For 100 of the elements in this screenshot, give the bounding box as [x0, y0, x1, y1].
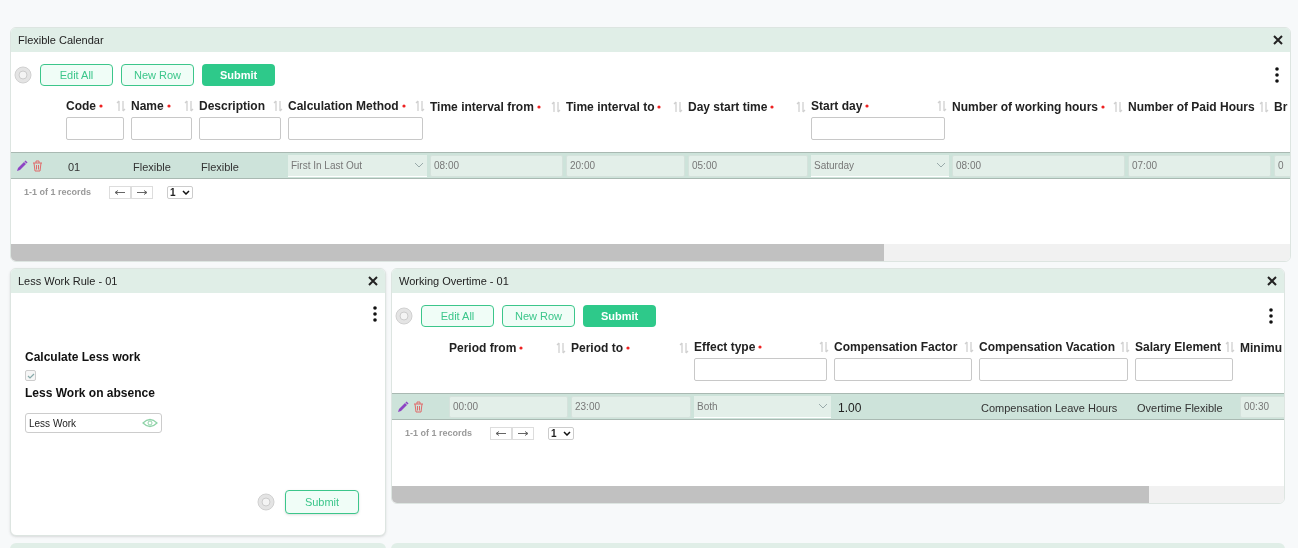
time-field[interactable]: 23:00: [571, 395, 691, 418]
panel-title: Less Work Rule - 01: [18, 273, 118, 289]
field-label: Less Work on absence: [25, 385, 156, 402]
filter-field[interactable]: [66, 117, 124, 140]
table-cell-text: 01: [67, 160, 81, 173]
time-field[interactable]: 07:00: [1128, 154, 1271, 177]
required-icon[interactable]: [865, 104, 870, 108]
column-header[interactable]: Effect type: [694, 341, 756, 353]
column-header[interactable]: Number of Paid Hours: [1128, 101, 1255, 113]
page-select[interactable]: 1: [548, 427, 575, 441]
more-options-icon[interactable]: [1275, 67, 1279, 83]
arrow-left-icon[interactable]: [490, 427, 513, 441]
column-header[interactable]: Period to: [571, 342, 623, 354]
sort-icon[interactable]: [679, 342, 689, 354]
input-field[interactable]: Less Work: [25, 413, 162, 433]
sort-icon[interactable]: [1120, 341, 1130, 353]
dropdown[interactable]: Both: [694, 395, 831, 418]
column-header[interactable]: Day start time: [688, 101, 768, 113]
filter-field[interactable]: [834, 358, 972, 381]
column-header[interactable]: Start day: [811, 100, 863, 112]
filter-field[interactable]: [979, 358, 1128, 381]
column-header[interactable]: Minimu: [1240, 342, 1282, 354]
filter-field[interactable]: [199, 117, 281, 140]
column-header[interactable]: Code: [66, 100, 96, 112]
column-header[interactable]: Salary Element: [1135, 341, 1222, 353]
more-options-icon[interactable]: [373, 306, 377, 322]
scrollbar[interactable]: [392, 486, 1284, 503]
required-icon[interactable]: [770, 105, 775, 109]
sort-icon[interactable]: [415, 100, 425, 112]
dropdown[interactable]: Saturday: [811, 154, 949, 177]
column-header[interactable]: Time interval to: [566, 101, 655, 113]
sort-icon[interactable]: [184, 100, 194, 112]
column-header[interactable]: Number of working hours: [952, 101, 1098, 113]
arrow-right-icon[interactable]: [512, 427, 535, 441]
required-icon[interactable]: [758, 345, 763, 349]
sort-icon[interactable]: [1113, 101, 1123, 113]
column-header[interactable]: Calculation Method: [288, 100, 399, 112]
sort-icon[interactable]: [796, 101, 806, 113]
time-field[interactable]: 00:00: [449, 395, 568, 418]
required-icon[interactable]: [166, 104, 171, 108]
required-icon[interactable]: [657, 105, 662, 109]
arrow-right-icon[interactable]: [131, 186, 154, 200]
required-icon[interactable]: [519, 346, 524, 350]
filter-field[interactable]: [131, 117, 192, 140]
column-header[interactable]: Br: [1274, 101, 1288, 113]
sort-icon[interactable]: [1225, 341, 1235, 353]
field-label: Calculate Less work: [25, 349, 142, 366]
trash-icon[interactable]: [32, 159, 43, 172]
sort-icon[interactable]: [273, 100, 283, 112]
time-field[interactable]: 05:00: [688, 154, 808, 177]
column-header[interactable]: Name: [131, 100, 164, 112]
sort-icon[interactable]: [1259, 101, 1269, 113]
column-header[interactable]: Time interval from: [430, 101, 534, 113]
sort-icon[interactable]: [556, 342, 566, 354]
dropdown[interactable]: First In Last Out: [288, 154, 427, 177]
pencil-icon[interactable]: [16, 159, 28, 172]
spinner-icon[interactable]: [395, 307, 413, 325]
required-icon[interactable]: [536, 105, 541, 109]
record-count: 1-1 of 1 records: [405, 427, 473, 440]
time-field[interactable]: 08:00: [430, 154, 563, 177]
close-icon[interactable]: [1273, 35, 1283, 45]
column-header[interactable]: Period from: [449, 342, 517, 354]
filter-field[interactable]: [1135, 358, 1233, 381]
close-icon[interactable]: [368, 276, 378, 286]
close-icon[interactable]: [1267, 276, 1277, 286]
spinner-icon[interactable]: [257, 493, 275, 511]
required-icon[interactable]: [99, 104, 103, 108]
table-cell-text: Flexible: [132, 160, 171, 173]
column-header[interactable]: Compensation Vacation: [979, 341, 1116, 353]
page-select[interactable]: 1: [167, 186, 194, 200]
sort-icon[interactable]: [819, 341, 829, 353]
table-cell-text: Flexible: [200, 160, 239, 173]
required-icon[interactable]: [626, 346, 630, 350]
column-header[interactable]: Description: [199, 100, 265, 112]
column-header[interactable]: Compensation Factor: [834, 341, 958, 353]
sort-icon[interactable]: [673, 101, 683, 113]
filter-field[interactable]: [694, 358, 827, 381]
sort-icon[interactable]: [937, 100, 947, 112]
required-icon[interactable]: [401, 104, 406, 108]
panel-title: Working Overtime - 01: [399, 273, 509, 289]
filter-field[interactable]: [288, 117, 423, 140]
spinner-icon[interactable]: [14, 66, 32, 84]
sort-icon[interactable]: [551, 101, 561, 113]
more-options-icon[interactable]: [1269, 308, 1273, 324]
sort-icon[interactable]: [116, 100, 126, 112]
chevron-down-icon[interactable]: [563, 431, 572, 437]
time-field[interactable]: 0: [1274, 154, 1290, 177]
trash-icon[interactable]: [413, 400, 424, 413]
time-field[interactable]: 00:30: [1240, 395, 1284, 418]
pencil-icon[interactable]: [397, 400, 409, 413]
scrollbar[interactable]: [11, 244, 1290, 261]
sort-icon[interactable]: [964, 341, 974, 353]
time-field[interactable]: 20:00: [566, 154, 685, 177]
filter-field[interactable]: [811, 117, 945, 140]
chevron-down-icon[interactable]: [182, 190, 191, 196]
required-icon[interactable]: [1101, 105, 1105, 109]
arrow-left-icon[interactable]: [109, 186, 132, 200]
time-field[interactable]: 08:00: [952, 154, 1125, 177]
eye-icon[interactable]: [142, 418, 158, 428]
panel-title: Flexible Calendar: [18, 32, 104, 48]
